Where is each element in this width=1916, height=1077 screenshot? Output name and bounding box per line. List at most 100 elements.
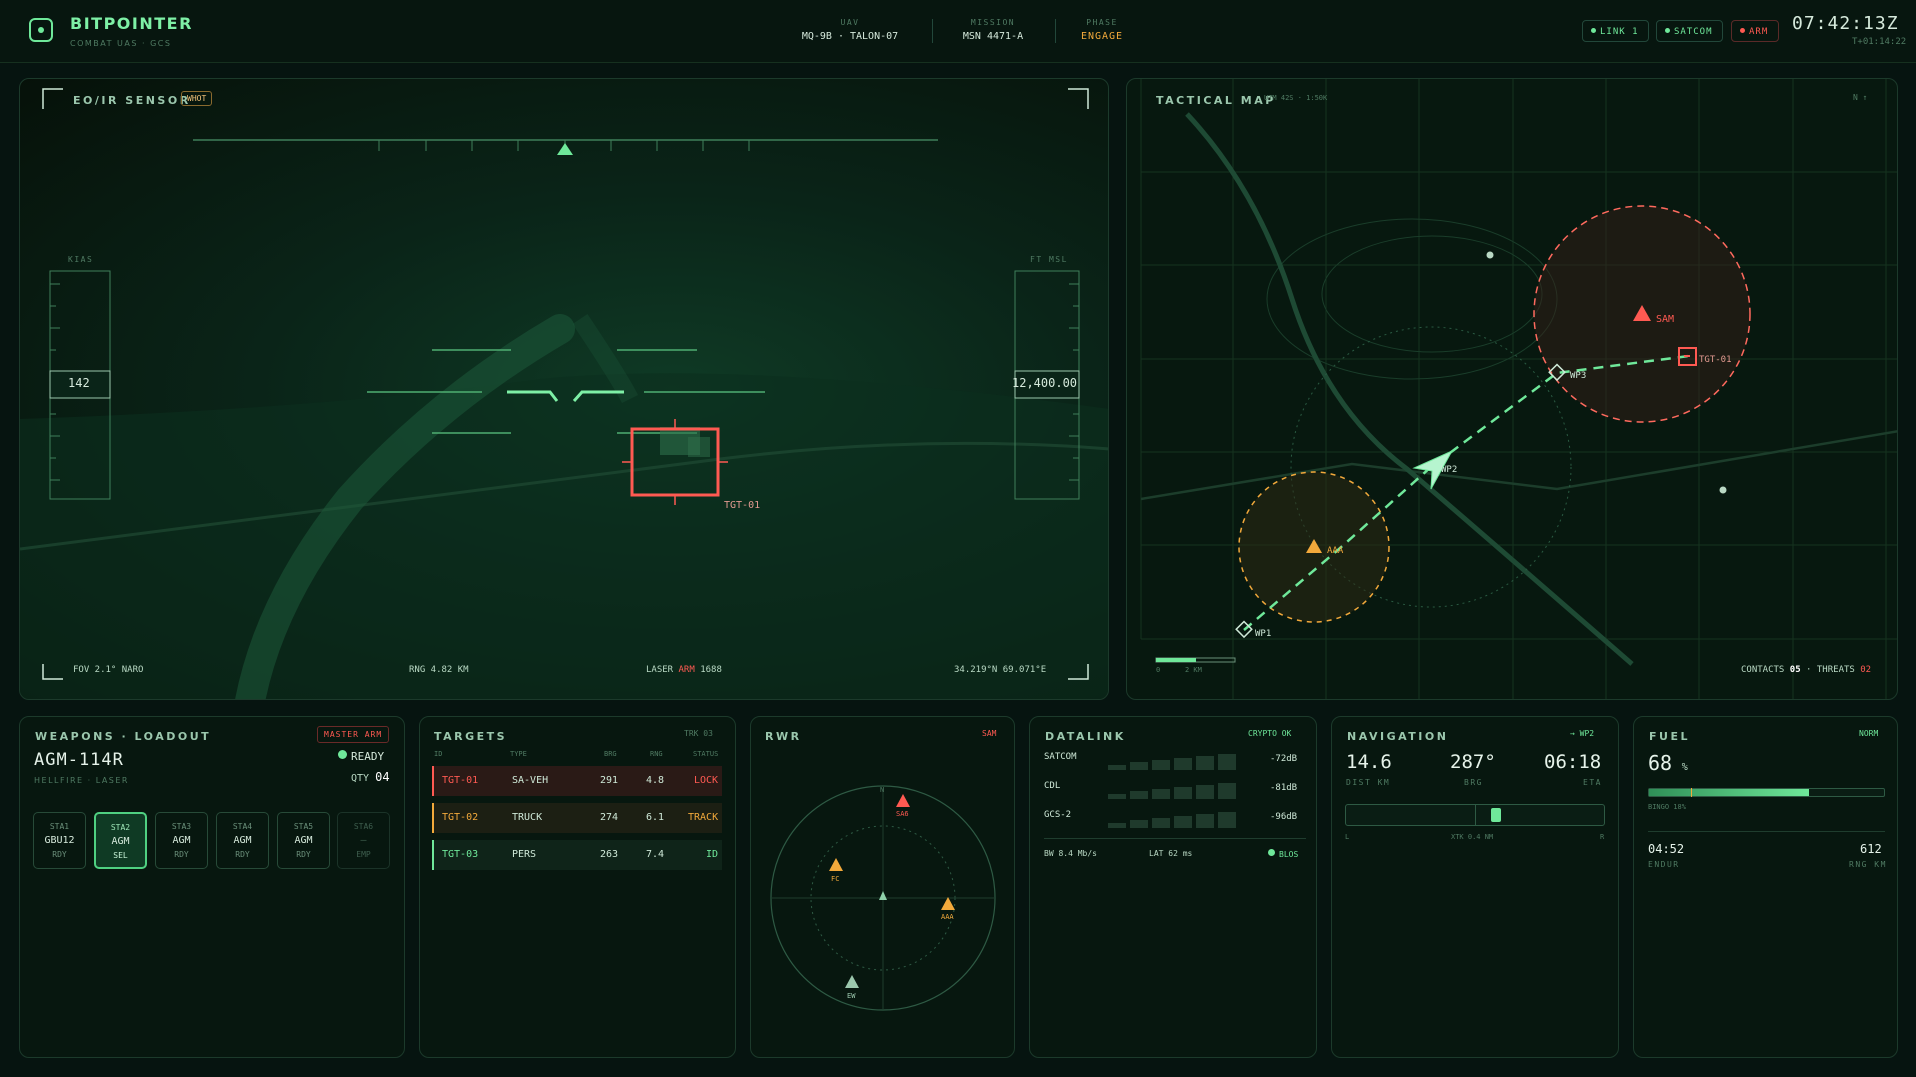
arm-status-chip[interactable]: ARM (1731, 20, 1779, 42)
sam-threat-ring[interactable] (1533, 205, 1751, 423)
nav-distance-label: DIST KM (1346, 778, 1391, 787)
rwr-sa6-icon[interactable] (896, 794, 910, 807)
map-label-tgt: TGT-01 (1699, 355, 1732, 365)
fov-readout: FOV 2.1° NARO (73, 665, 144, 675)
weapon-qty: QTY 04 (351, 770, 390, 784)
crypto-status: CRYPTO OK (1248, 729, 1292, 738)
divider (1648, 831, 1885, 832)
link-row-gcs2[interactable]: GCS-2 -96dB (1044, 808, 1306, 830)
station-5[interactable]: STA5 AGM RDY (277, 812, 330, 869)
map-scale-bar (1155, 657, 1236, 663)
tactical-map-canvas[interactable] (1127, 79, 1898, 700)
rwr-ew-icon[interactable] (845, 975, 859, 988)
blos-dot-icon (1268, 849, 1275, 856)
bingo-marker (1691, 788, 1692, 797)
range-readout: RNG 4.82 KM (409, 665, 469, 675)
datalink-title: DATALINK (1045, 730, 1126, 743)
heading-tape (193, 139, 938, 155)
scale-label-zero: 0 (1156, 666, 1161, 674)
status-dot-icon (1740, 28, 1745, 33)
fuel-endurance-label: ENDUR (1648, 860, 1680, 869)
rwr-title: RWR (765, 730, 802, 743)
altitude-value: 12,400.00 (1012, 376, 1078, 390)
map-grid (1140, 79, 1897, 699)
uav-block: UAV MQ-9B · TALON-07 (760, 18, 940, 42)
map-label-aaa: AAA (1327, 546, 1344, 556)
divider (1055, 19, 1056, 43)
rwr-scope[interactable] (750, 770, 1015, 1030)
scale-label-2km: 2 KM (1185, 666, 1202, 674)
fuel-bar-fill (1649, 789, 1809, 796)
map-label-wp3: WP3 (1570, 371, 1587, 381)
sensor-video-feed[interactable] (20, 79, 1109, 700)
rwr-label-fc: FC (831, 875, 840, 883)
phase-value: ENGAGE (1080, 31, 1124, 42)
targets-title: TARGETS (434, 730, 508, 743)
track-count: TRK 03 (684, 729, 713, 738)
station-3[interactable]: STA3 AGM RDY (155, 812, 208, 869)
target-row-1[interactable]: TGT-01 SA-VEH 291 4.8 LOCK (432, 766, 722, 796)
map-label-wp2: WP2 (1441, 465, 1458, 475)
contact-dot[interactable] (1486, 251, 1494, 259)
kias-label: KIAS (68, 255, 94, 264)
mission-block: MISSION MSN 4471-A (943, 18, 1043, 42)
ready-dot-icon (338, 750, 347, 759)
north-indicator[interactable]: N ↑ (1853, 93, 1867, 102)
xtk-readout: XTK 0.4 NM (1451, 833, 1494, 841)
kias-value: 142 (68, 376, 90, 390)
rwr-alert: SAM (982, 729, 997, 738)
fuel-title: FUEL (1649, 730, 1690, 743)
rwr-fc-icon[interactable] (829, 858, 843, 871)
nav-distance: 14.6 (1346, 751, 1392, 773)
sensor-mode-badge[interactable]: WHOT (181, 91, 213, 106)
latency-readout: LAT 62 ms (1149, 849, 1193, 858)
bandwidth-readout: BW 8.4 Mb/s (1044, 849, 1097, 858)
rwr-label-aaa: AAA (941, 913, 954, 921)
targets-header-row: ID TYPE BRG RNG STATUS (434, 750, 719, 758)
link-row-cdl[interactable]: CDL -81dB (1044, 779, 1306, 801)
fuel-bar (1648, 788, 1885, 797)
phase-block: PHASE ENGAGE (1062, 18, 1142, 42)
station-2[interactable]: STA2 AGM SEL (94, 812, 147, 869)
rwr-label-ew: EW (847, 992, 856, 1000)
link-row-satcom[interactable]: SATCOM -72dB (1044, 750, 1306, 772)
app-logo-icon (29, 18, 53, 42)
rwr-aaa-icon[interactable] (941, 897, 955, 910)
station-6[interactable]: STA6— EMP (337, 812, 390, 869)
blos-status: BLOS (1268, 849, 1298, 859)
selected-weapon-sub: HELLFIRE · LASER (34, 776, 129, 785)
xtk-left-label: L (1345, 833, 1350, 841)
top-header: BITPOINTER COMBAT UAS · GCS UAV MQ-9B · … (0, 0, 1916, 63)
satcom-status-chip[interactable]: SATCOM (1656, 20, 1723, 42)
nav-title: NAVIGATION (1347, 730, 1449, 743)
xtk-marker (1491, 808, 1501, 822)
divider (1044, 838, 1306, 839)
station-4[interactable]: STA4 AGM RDY (216, 812, 269, 869)
map-label-wp1: WP1 (1255, 629, 1272, 639)
fuel-range-label: RNG KM (1849, 860, 1887, 869)
status-dot-icon (1591, 28, 1596, 33)
target-row-2[interactable]: TGT-02 TRUCK 274 6.1 TRACK (432, 803, 722, 833)
contact-dot[interactable] (1719, 486, 1727, 494)
app-brand: BITPOINTER (70, 14, 193, 33)
eo-ir-sensor-panel: EO/IR SENSOR WHOT KIAS 142 FT MSL 12,400… (19, 78, 1109, 700)
nav-bearing: 287° (1450, 751, 1496, 773)
nav-eta: 06:18 (1544, 751, 1602, 773)
utc-clock: 07:42:13Z (1792, 13, 1899, 34)
master-arm-badge[interactable]: MASTER ARM (317, 726, 390, 743)
target-row-3[interactable]: TGT-03 PERS 263 7.4 ID (432, 840, 722, 870)
nav-bearing-label: BRG (1464, 778, 1483, 787)
xtk-right-label: R (1600, 833, 1605, 841)
aaa-threat-ring[interactable] (1238, 471, 1390, 623)
station-1[interactable]: STA1 GBU12 RDY (33, 812, 86, 869)
nav-to-waypoint: → WP2 (1570, 729, 1595, 738)
nav-eta-label: ETA (1583, 778, 1602, 787)
link-status-chip[interactable]: LINK 1 (1582, 20, 1649, 42)
map-label-sam: SAM (1656, 314, 1675, 325)
fuel-range: 612 (1860, 842, 1882, 856)
fuel-percent: 68 % (1648, 751, 1688, 775)
xtk-deviation-bar[interactable] (1345, 804, 1605, 826)
weapons-title: WEAPONS · LOADOUT (35, 730, 212, 743)
mission-value: MSN 4471-A (962, 31, 1024, 42)
sensor-title: EO/IR SENSOR (73, 94, 191, 107)
